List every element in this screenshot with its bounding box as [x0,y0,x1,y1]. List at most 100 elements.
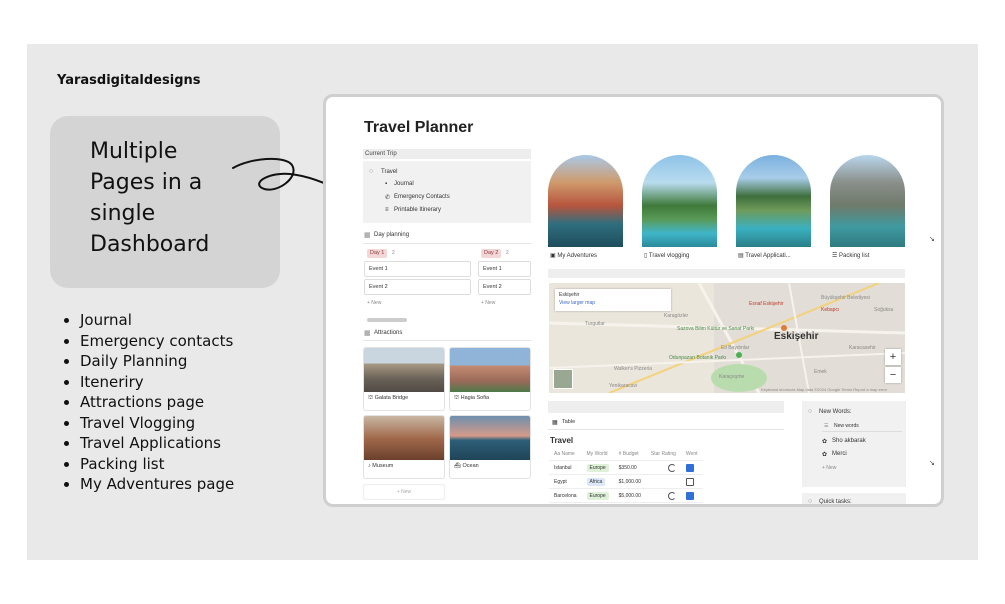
circle-icon: ○ [808,498,813,505]
map-label: Esnaf Eskişehir [749,301,784,307]
scrollbar[interactable] [367,318,407,322]
day-planning-header: Day planning [374,232,410,238]
gallery-image[interactable] [736,155,811,247]
world-tag: Europe [586,463,609,472]
event-card[interactable]: Event 2 [364,279,471,295]
attraction-card[interactable]: ⛫ Galata Bridge [363,347,445,411]
column-header[interactable]: Aa Name [549,447,582,461]
circle-icon: ○ [369,168,374,175]
attraction-name: Ocean [462,463,479,469]
cell-budget: $350.00 [613,460,646,475]
zoom-out-button[interactable]: − [885,367,901,383]
trip-link-emergency[interactable]: Emergency Contacts [394,194,450,200]
new-words-card: ○ New Words: ☰ New words ✿ Sho akbarak ✿… [802,401,906,487]
gallery-label: ▣ My Adventures [550,253,598,259]
gallery-label: ▯ Travel vlogging [644,253,690,259]
view-larger-map-link[interactable]: View larger map [559,300,595,306]
itinerary-icon: ≡ [385,207,389,213]
column-header[interactable]: My World [581,447,614,461]
dashboard-screenshot: Travel Planner Current Trip ○ Travel ▪ J… [323,94,944,507]
map-label: Walker's Pizzeria [614,366,652,372]
table-tab[interactable]: Table [562,419,575,425]
map-label: Odunpazarı Botanik Parkı [669,355,727,361]
mosque-icon: ⛫ [454,395,461,401]
expand-icon[interactable]: ↘ [929,235,935,243]
new-words-header: New Words: [819,409,852,415]
callout-line: Pages in a [90,170,203,195]
table-title: Travel [550,436,574,445]
went-checkbox[interactable] [685,477,694,486]
trip-link-journal[interactable]: Journal [394,181,414,187]
expand-icon[interactable]: ↘ [929,459,935,467]
gallery-image[interactable] [830,155,905,247]
attraction-card[interactable]: ♪ Museum [363,415,445,479]
world-tag: Europe [586,491,609,500]
event-card[interactable]: Event 1 [364,261,471,277]
map-label: Soğuksu [874,307,894,313]
went-checkbox[interactable] [685,463,694,472]
map-place: Eskişehir [559,292,580,298]
map-label: Karagözler [664,313,689,319]
bridge-icon: ⛫ [368,395,375,401]
new-words-view[interactable]: New words [834,423,859,429]
gear-icon: ✿ [822,452,828,458]
attraction-image [364,348,444,392]
map-infobox: Eskişehir View larger map [555,289,671,311]
rating-icon[interactable] [667,463,676,472]
day-count: 2 [392,250,395,256]
trip-link-itinerary[interactable]: Printable Itinerary [394,207,441,213]
column-header[interactable]: # Budget [613,447,646,461]
event-card[interactable]: Event 1 [478,261,531,277]
map-attribution: Keyboard shortcuts Map data ©2024 Google… [761,387,888,392]
map-label: Büyükşehir Belediyesi [821,295,870,301]
event-card[interactable]: Event 2 [478,279,531,295]
zoom-in-button[interactable]: + [885,349,901,365]
list-icon: ☰ [824,423,829,429]
satellite-toggle[interactable] [553,369,573,389]
trip-root-link[interactable]: Travel [381,169,397,175]
new-event-button[interactable]: + New [481,300,495,306]
cell-budget: $1,000.00 [613,474,646,489]
attraction-card[interactable]: ⛴ Ocean [449,415,531,479]
column-header[interactable]: Went [680,447,703,461]
went-checkbox[interactable] [685,491,694,500]
map-label: Emek [814,369,827,375]
map-embed[interactable]: Eskişehir View larger map Eskişehir Turg… [549,283,905,393]
attraction-name: Hagia Sofia [460,395,490,401]
day-count: 2 [506,250,509,256]
column-header[interactable]: Star Rating [645,447,681,461]
attraction-card[interactable]: ⛫ Hagia Sofia [449,347,531,411]
word-item[interactable]: Merci [832,451,847,457]
feature-item: Travel Applications [80,433,234,454]
feature-list: Journal Emergency contacts Daily Plannin… [63,310,234,495]
divider-bar [548,269,905,278]
journal-icon: ▪ [385,181,388,187]
attraction-image [364,416,444,460]
new-attraction-button[interactable]: + New [363,484,445,500]
quick-tasks-header: Quick tasks: [819,499,852,505]
callout-line: single [90,201,156,226]
gear-icon: ✿ [822,439,828,445]
callout-line: Dashboard [90,232,210,257]
cell-name: Istanbul [549,460,582,475]
day-tag: Day 2 [481,249,502,258]
day-tag: Day 1 [367,249,388,258]
word-item[interactable]: Sho akbarak [832,438,866,444]
gallery-label: ▤ Travel Applicati... [738,253,791,259]
new-word-button[interactable]: + New [822,465,836,471]
table-icon: ▦ [552,420,558,426]
new-event-button[interactable]: + New [367,300,381,306]
rating-icon[interactable] [667,491,676,500]
quick-tasks-card: ○ Quick tasks: [802,493,906,505]
gallery-image[interactable] [642,155,717,247]
feature-item: Emergency contacts [80,331,234,352]
map-label: Sazova Bilim Kültür ve Sanat Parkı [677,326,755,332]
gallery-label: ☰ Packing list [832,253,870,259]
table-row[interactable]: Istanbul Europe $350.00 [549,460,703,475]
gallery-image[interactable] [548,155,623,247]
map-label: Karacasehir [849,345,876,351]
table-row[interactable]: Egypt Africa $1,000.00 [549,474,703,489]
attraction-image [450,348,530,392]
table-row[interactable]: Barcelona Europe $5,000.00 [549,488,703,503]
feature-item: Iteneriry [80,372,234,393]
